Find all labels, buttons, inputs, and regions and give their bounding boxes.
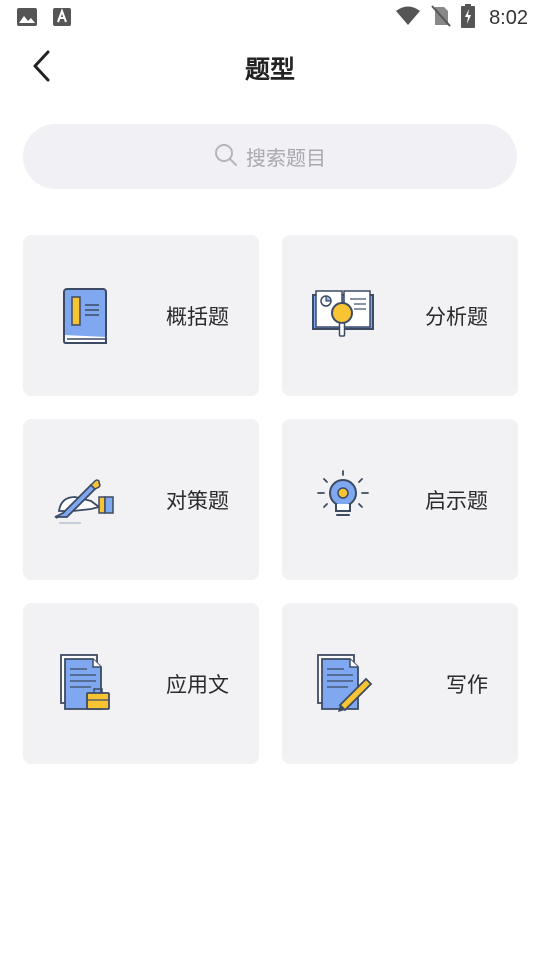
magnifier-book-icon <box>310 283 376 349</box>
category-card-countermeasure[interactable]: 对策题 <box>23 419 259 580</box>
document-pencil-icon <box>310 651 376 717</box>
category-label: 启示题 <box>425 489 488 513</box>
header: 题型 <box>0 36 540 100</box>
page-title: 题型 <box>244 55 295 84</box>
category-card-writing[interactable]: 写作 <box>282 603 518 764</box>
category-label: 概括题 <box>166 305 229 329</box>
document-briefcase-icon <box>51 651 117 717</box>
lightbulb-icon <box>310 467 376 533</box>
font-download-icon <box>52 7 72 31</box>
category-card-summary[interactable]: 概括题 <box>23 235 259 396</box>
book-icon <box>51 283 117 349</box>
image-icon <box>16 7 38 31</box>
category-label: 分析题 <box>425 305 488 329</box>
category-label: 写作 <box>446 673 488 697</box>
search-icon <box>214 143 238 171</box>
wifi-icon <box>395 6 421 30</box>
status-bar: 8:02 <box>0 0 540 36</box>
search-placeholder: 搜索题目 <box>246 146 326 170</box>
category-label: 应用文 <box>166 673 229 697</box>
category-card-practical-writing[interactable]: 应用文 <box>23 603 259 764</box>
search-input[interactable]: 搜索题目 <box>23 124 517 189</box>
battery-charging-icon <box>461 4 476 32</box>
status-time: 8:02 <box>489 6 528 29</box>
category-card-analysis[interactable]: 分析题 <box>282 235 518 396</box>
category-label: 对策题 <box>166 489 229 513</box>
no-sim-icon <box>431 5 451 31</box>
category-card-inspiration[interactable]: 启示题 <box>282 419 518 580</box>
pen-hand-icon <box>51 467 117 533</box>
